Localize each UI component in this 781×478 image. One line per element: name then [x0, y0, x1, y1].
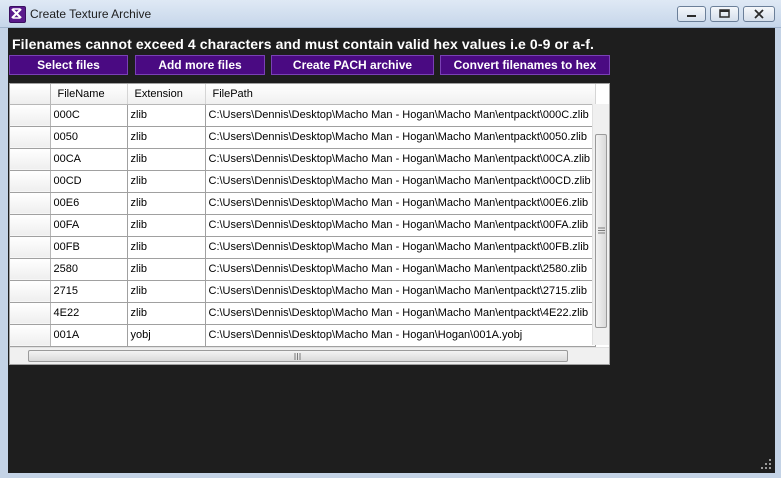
extension-cell[interactable]: zlib	[127, 258, 206, 281]
grid-body: 000C zlib C:\Users\Dennis\Desktop\Macho Ma…	[10, 104, 596, 347]
table-row[interactable]: 00CD zlib C:\Users\Dennis\Desktop\Macho Ma…	[10, 170, 596, 193]
filepath-cell[interactable]: C:\Users\Dennis\Desktop\Macho Man - Hoga…	[205, 170, 596, 193]
row-header[interactable]	[10, 104, 51, 127]
table-row[interactable]: 001A yobj C:\Users\Dennis\Desktop\Macho Ma…	[10, 324, 596, 347]
filepath-cell[interactable]: C:\Users\Dennis\Desktop\Macho Man - Hoga…	[205, 236, 596, 259]
filepath-cell[interactable]: C:\Users\Dennis\Desktop\Macho Man - Hoga…	[205, 258, 596, 281]
close-button[interactable]	[743, 6, 775, 22]
horizontal-scrollbar[interactable]	[10, 347, 609, 364]
convert-filenames-to-hex-button[interactable]: Convert filenames to hex	[440, 55, 610, 75]
row-header[interactable]	[10, 148, 51, 171]
row-header[interactable]	[10, 192, 51, 215]
file-table: FileName Extension FilePath 000C zlib C:\U…	[10, 84, 596, 347]
table-row[interactable]: 0050 zlib C:\Users\Dennis\Desktop\Macho Ma…	[10, 126, 596, 149]
extension-cell[interactable]: yobj	[127, 324, 206, 347]
filename-cell[interactable]: 00CD	[50, 170, 128, 193]
extension-cell[interactable]: zlib	[127, 104, 206, 127]
row-header[interactable]	[10, 170, 51, 193]
table-row[interactable]: 2580 zlib C:\Users\Dennis\Desktop\Macho Ma…	[10, 258, 596, 281]
column-header-filepath[interactable]: FilePath	[205, 84, 596, 105]
filename-cell[interactable]: 2580	[50, 258, 128, 281]
extension-cell[interactable]: zlib	[127, 126, 206, 149]
main-panel: Filenames cannot exceed 4 characters and…	[8, 28, 775, 473]
vertical-scrollbar[interactable]	[592, 104, 609, 345]
add-more-files-button[interactable]: Add more files	[135, 55, 265, 75]
row-header[interactable]	[10, 236, 51, 259]
row-header[interactable]	[10, 258, 51, 281]
table-row[interactable]: 000C zlib C:\Users\Dennis\Desktop\Macho Ma…	[10, 104, 596, 127]
extension-cell[interactable]: zlib	[127, 280, 206, 303]
maximize-button[interactable]	[710, 6, 739, 22]
filepath-cell[interactable]: C:\Users\Dennis\Desktop\Macho Man - Hoga…	[205, 280, 596, 303]
row-header[interactable]	[10, 214, 51, 237]
filepath-cell[interactable]: C:\Users\Dennis\Desktop\Macho Man - Hoga…	[205, 104, 596, 127]
extension-cell[interactable]: zlib	[127, 214, 206, 237]
table-row[interactable]: 4E22 zlib C:\Users\Dennis\Desktop\Macho Ma…	[10, 302, 596, 325]
row-header[interactable]	[10, 324, 51, 347]
select-files-button[interactable]: Select files	[9, 55, 128, 75]
window-title: Create Texture Archive	[30, 7, 152, 21]
filepath-cell[interactable]: C:\Users\Dennis\Desktop\Macho Man - Hoga…	[205, 148, 596, 171]
horizontal-scroll-thumb[interactable]	[28, 350, 568, 362]
vertical-scroll-thumb[interactable]	[595, 134, 607, 328]
row-header[interactable]	[10, 280, 51, 303]
grip-lines-icon	[294, 353, 301, 360]
header-corner[interactable]	[10, 84, 51, 105]
file-grid[interactable]: FileName Extension FilePath 000C zlib C:\U…	[9, 83, 610, 365]
filename-cell[interactable]: 00E6	[50, 192, 128, 215]
table-row[interactable]: 00CA zlib C:\Users\Dennis\Desktop\Macho Ma…	[10, 148, 596, 171]
filename-cell[interactable]: 0050	[50, 126, 128, 149]
minimize-button[interactable]	[677, 6, 706, 22]
filename-cell[interactable]: 4E22	[50, 302, 128, 325]
filename-cell[interactable]: 00CA	[50, 148, 128, 171]
table-row[interactable]: 00FB zlib C:\Users\Dennis\Desktop\Macho Ma…	[10, 236, 596, 259]
maximize-icon	[719, 9, 730, 18]
filepath-cell[interactable]: C:\Users\Dennis\Desktop\Macho Man - Hoga…	[205, 324, 596, 347]
table-row[interactable]: 00FA zlib C:\Users\Dennis\Desktop\Macho Ma…	[10, 214, 596, 237]
filename-cell[interactable]: 001A	[50, 324, 128, 347]
filepath-cell[interactable]: C:\Users\Dennis\Desktop\Macho Man - Hoga…	[205, 126, 596, 149]
filename-cell[interactable]: 2715	[50, 280, 128, 303]
filename-cell[interactable]: 00FA	[50, 214, 128, 237]
extension-cell[interactable]: zlib	[127, 170, 206, 193]
column-header-extension[interactable]: Extension	[127, 84, 206, 105]
filepath-cell[interactable]: C:\Users\Dennis\Desktop\Macho Man - Hoga…	[205, 214, 596, 237]
row-header[interactable]	[10, 126, 51, 149]
filename-cell[interactable]: 00FB	[50, 236, 128, 259]
extension-cell[interactable]: zlib	[127, 192, 206, 215]
filename-rules-notice: Filenames cannot exceed 4 characters and…	[12, 36, 595, 52]
create-pach-archive-button[interactable]: Create PACH archive	[271, 55, 434, 75]
minimize-icon	[687, 15, 696, 17]
table-row[interactable]: 2715 zlib C:\Users\Dennis\Desktop\Macho Ma…	[10, 280, 596, 303]
title-bar[interactable]: Create Texture Archive	[0, 0, 781, 28]
row-header[interactable]	[10, 302, 51, 325]
extension-cell[interactable]: zlib	[127, 236, 206, 259]
filepath-cell[interactable]: C:\Users\Dennis\Desktop\Macho Man - Hoga…	[205, 302, 596, 325]
close-icon	[754, 9, 764, 19]
extension-cell[interactable]: zlib	[127, 148, 206, 171]
header-row: FileName Extension FilePath	[10, 84, 596, 105]
filepath-cell[interactable]: C:\Users\Dennis\Desktop\Macho Man - Hoga…	[205, 192, 596, 215]
column-header-filename[interactable]: FileName	[50, 84, 128, 105]
table-row[interactable]: 00E6 zlib C:\Users\Dennis\Desktop\Macho Ma…	[10, 192, 596, 215]
resize-grip-icon[interactable]	[761, 459, 772, 470]
app-x-icon	[9, 6, 26, 23]
extension-cell[interactable]: zlib	[127, 302, 206, 325]
grip-lines-icon	[598, 227, 605, 234]
filename-cell[interactable]: 000C	[50, 104, 128, 127]
